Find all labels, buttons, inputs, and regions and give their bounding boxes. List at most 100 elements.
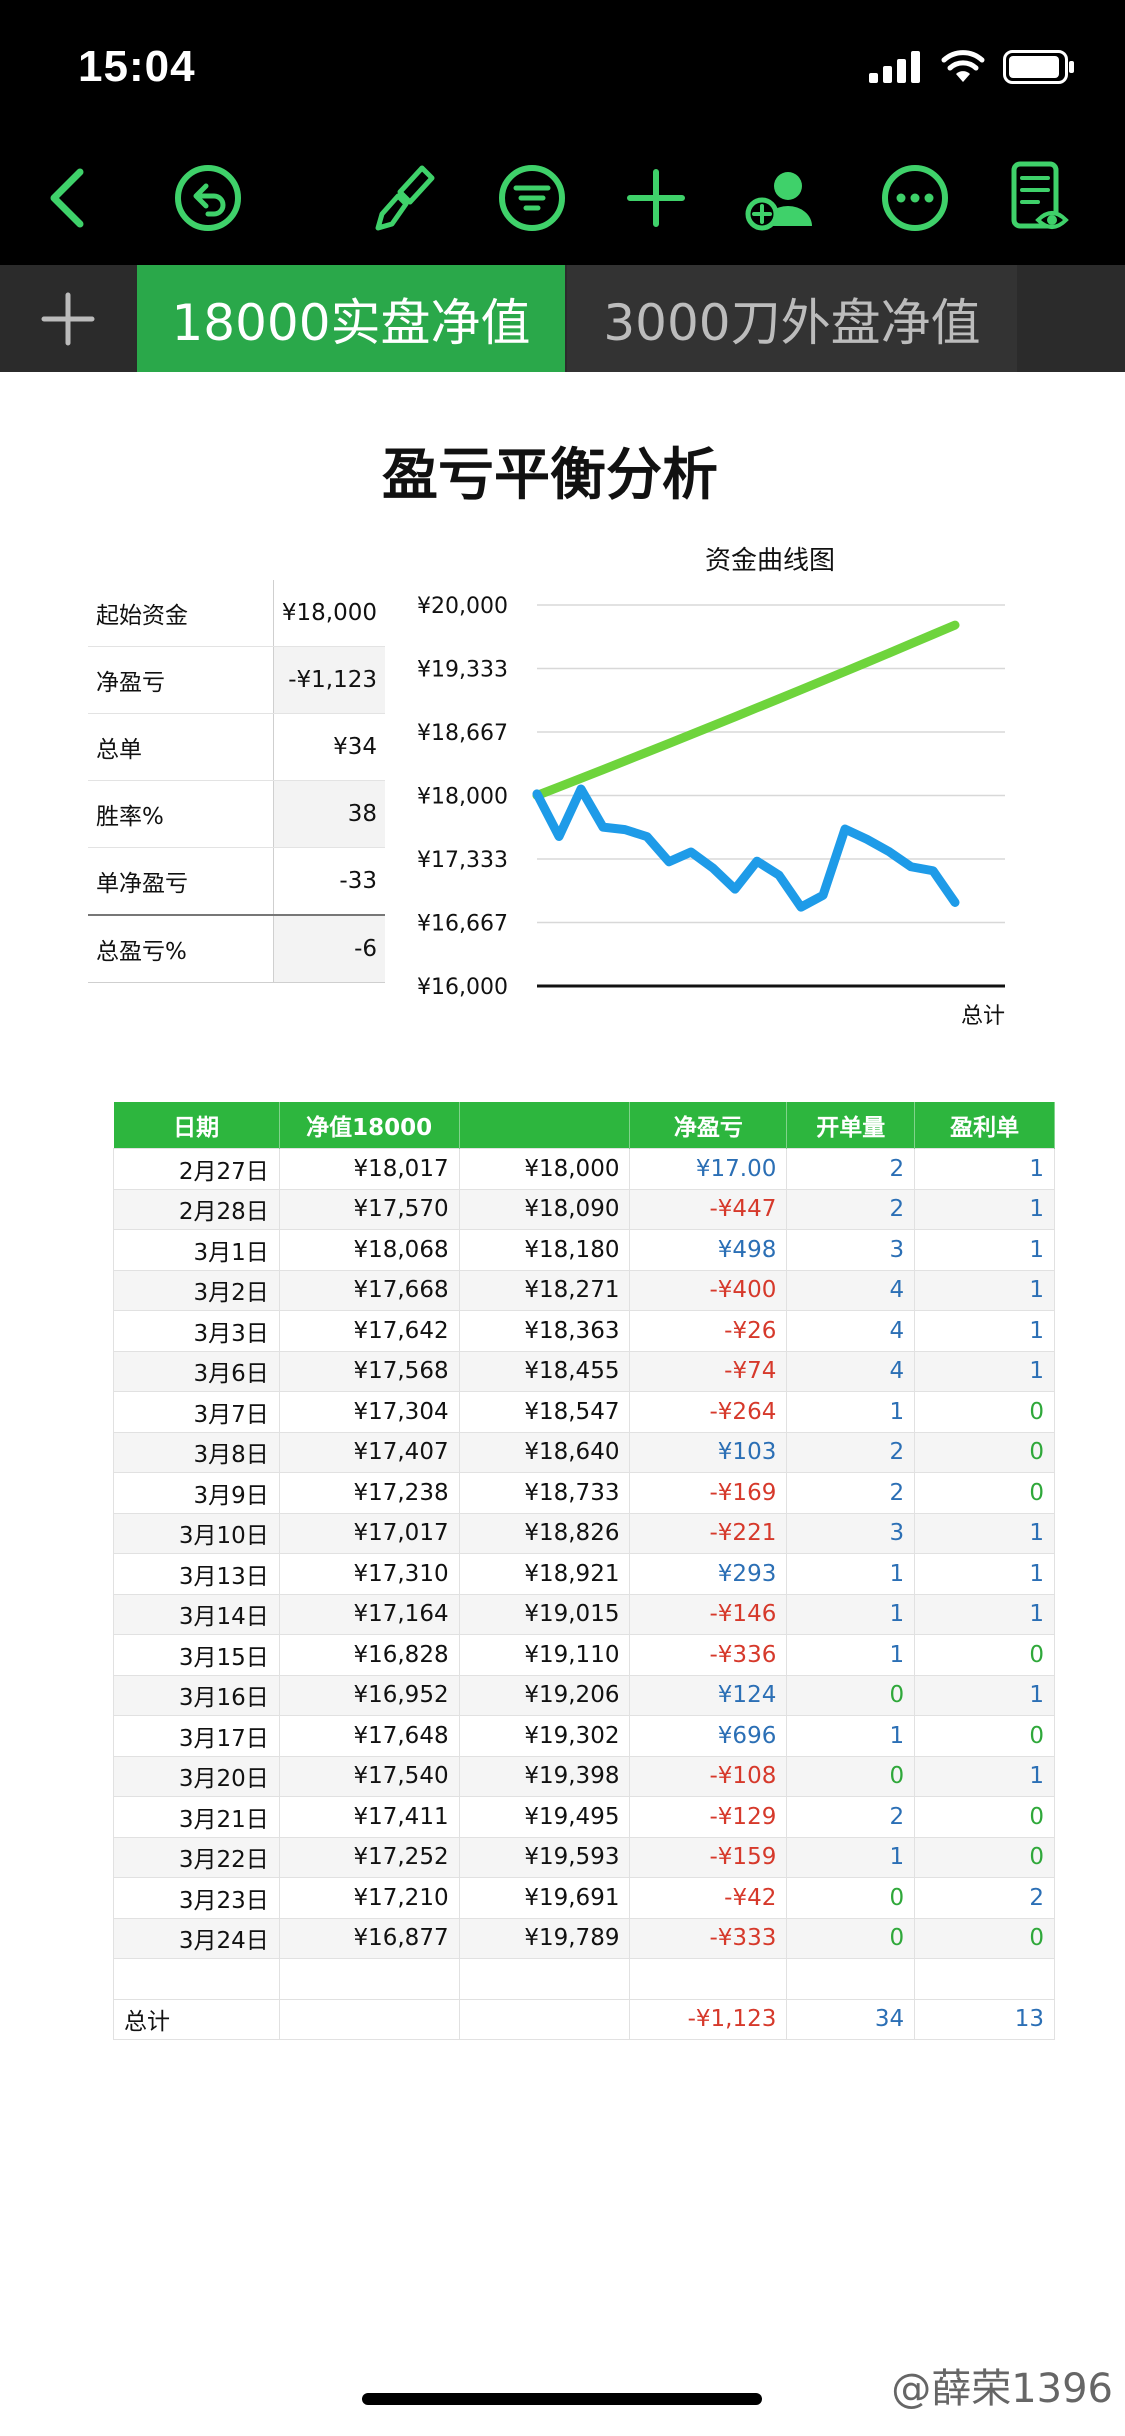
cell-order-count[interactable]: 1 <box>786 1593 916 1635</box>
cell-order-count[interactable]: 2 <box>786 1472 916 1514</box>
header-win-count[interactable]: 盈利单 <box>914 1102 1055 1149</box>
cell-net-value[interactable]: ¥18,068 <box>278 1229 460 1271</box>
cell-date[interactable]: 3月14日 <box>113 1593 280 1635</box>
cell-win-count[interactable]: 1 <box>914 1593 1055 1635</box>
summary-label[interactable]: 胜率% <box>88 780 274 848</box>
cell-net-value[interactable]: ¥17,304 <box>278 1391 460 1433</box>
cell-date[interactable]: 3月10日 <box>113 1512 280 1554</box>
summary-value[interactable]: ¥18,000 <box>272 580 385 647</box>
cell-net-pnl[interactable]: ¥17.00 <box>629 1148 788 1190</box>
cell-win-count[interactable]: 1 <box>914 1674 1055 1716</box>
equity-curve-chart[interactable]: ¥20,000 ¥19,333 ¥18,667 ¥18,000 ¥17,333 ¥16,6… <box>400 580 1020 1030</box>
cell-order-count[interactable]: 1 <box>786 1836 916 1878</box>
cell-order-count[interactable]: 2 <box>786 1188 916 1230</box>
cell-date[interactable]: 3月8日 <box>113 1431 280 1473</box>
cell-benchmark[interactable]: ¥19,302 <box>458 1715 631 1757</box>
header-blank[interactable] <box>459 1102 631 1149</box>
cell-benchmark[interactable]: ¥18,547 <box>458 1391 631 1433</box>
cell-win-count[interactable]: 0 <box>914 1796 1055 1838</box>
cell-net-pnl[interactable]: -¥221 <box>629 1512 788 1554</box>
cell-benchmark[interactable]: ¥18,090 <box>458 1188 631 1230</box>
cell-order-count[interactable]: 3 <box>786 1229 916 1271</box>
cell-win-count[interactable]: 0 <box>914 1431 1055 1473</box>
cell-date[interactable]: 3月13日 <box>113 1553 280 1595</box>
collaborate-icon[interactable] <box>742 158 822 238</box>
cell-benchmark[interactable]: ¥18,826 <box>458 1512 631 1554</box>
cell-date[interactable]: 3月23日 <box>113 1877 280 1919</box>
cell-date[interactable]: 3月24日 <box>113 1917 280 1959</box>
cell-benchmark[interactable]: ¥19,015 <box>458 1593 631 1635</box>
cell-benchmark[interactable]: ¥18,921 <box>458 1553 631 1595</box>
cell-benchmark[interactable]: ¥18,180 <box>458 1229 631 1271</box>
view-document-icon[interactable] <box>1000 158 1080 238</box>
cell-net-value[interactable]: ¥17,540 <box>278 1755 460 1797</box>
summary-value[interactable]: 38 <box>272 780 385 848</box>
cell-net-value[interactable]: ¥18,017 <box>278 1148 460 1190</box>
cell-date[interactable]: 3月3日 <box>113 1310 280 1352</box>
cell-net-pnl[interactable]: -¥333 <box>629 1917 788 1959</box>
cell-benchmark[interactable]: ¥18,363 <box>458 1310 631 1352</box>
cell-win-count[interactable]: 1 <box>914 1755 1055 1797</box>
cell-order-count[interactable]: 0 <box>786 1917 916 1959</box>
more-icon[interactable] <box>875 158 955 238</box>
cell-net-pnl[interactable]: ¥103 <box>629 1431 788 1473</box>
summary-value[interactable]: -¥1,123 <box>272 646 385 714</box>
empty-cell[interactable] <box>278 1958 460 2000</box>
cell-benchmark[interactable]: ¥18,271 <box>458 1269 631 1311</box>
cell-order-count[interactable]: 4 <box>786 1269 916 1311</box>
cell-benchmark[interactable]: ¥19,691 <box>458 1877 631 1919</box>
cell-net-value[interactable]: ¥16,877 <box>278 1917 460 1959</box>
cell-benchmark[interactable]: ¥19,110 <box>458 1634 631 1676</box>
cell-net-value[interactable]: ¥17,407 <box>278 1431 460 1473</box>
cell-net-value[interactable]: ¥17,411 <box>278 1796 460 1838</box>
cell-net-value[interactable]: ¥17,570 <box>278 1188 460 1230</box>
cell-order-count[interactable]: 1 <box>786 1634 916 1676</box>
cell-date[interactable]: 3月17日 <box>113 1715 280 1757</box>
cell-benchmark[interactable]: ¥19,593 <box>458 1836 631 1878</box>
summary-value[interactable]: -6 <box>272 914 385 983</box>
cell-win-count[interactable]: 1 <box>914 1310 1055 1352</box>
cell-date[interactable]: 3月6日 <box>113 1350 280 1392</box>
cell-date[interactable]: 2月28日 <box>113 1188 280 1230</box>
cell-order-count[interactable]: 0 <box>786 1877 916 1919</box>
cell-net-value[interactable]: ¥17,568 <box>278 1350 460 1392</box>
cell-date[interactable]: 3月7日 <box>113 1391 280 1433</box>
cell-net-pnl[interactable]: -¥74 <box>629 1350 788 1392</box>
total-net-pnl[interactable]: -¥1,123 <box>629 1998 788 2040</box>
cell-net-pnl[interactable]: ¥498 <box>629 1229 788 1271</box>
cell-net-value[interactable]: ¥17,310 <box>278 1553 460 1595</box>
cell-net-pnl[interactable]: -¥264 <box>629 1391 788 1433</box>
summary-value[interactable]: -33 <box>272 847 385 916</box>
filter-icon[interactable] <box>492 158 572 238</box>
cell-benchmark[interactable]: ¥18,733 <box>458 1472 631 1514</box>
cell-net-value[interactable]: ¥16,952 <box>278 1674 460 1716</box>
tab-3000[interactable]: 3000刀外盘净值 <box>567 265 1017 372</box>
total-win-count[interactable]: 13 <box>914 1998 1055 2040</box>
cell-benchmark[interactable]: ¥19,206 <box>458 1674 631 1716</box>
add-sheet-button[interactable] <box>0 265 135 372</box>
cell-net-value[interactable]: ¥17,642 <box>278 1310 460 1352</box>
cell-net-value[interactable]: ¥17,668 <box>278 1269 460 1311</box>
summary-label[interactable]: 总单 <box>88 713 274 781</box>
header-net-value[interactable]: 净值18000 <box>279 1102 460 1149</box>
cell-order-count[interactable]: 2 <box>786 1431 916 1473</box>
cell-net-pnl[interactable]: -¥400 <box>629 1269 788 1311</box>
tab-18000[interactable]: 18000实盘净值 <box>137 265 565 372</box>
cell-net-value[interactable]: ¥17,017 <box>278 1512 460 1554</box>
cell-win-count[interactable]: 0 <box>914 1472 1055 1514</box>
cell-net-pnl[interactable]: -¥42 <box>629 1877 788 1919</box>
cell-order-count[interactable]: 0 <box>786 1674 916 1716</box>
total-order-count[interactable]: 34 <box>786 1998 916 2040</box>
summary-label[interactable]: 净盈亏 <box>88 646 274 714</box>
cell-net-pnl[interactable]: -¥146 <box>629 1593 788 1635</box>
add-icon[interactable] <box>616 158 696 238</box>
cell-net-value[interactable]: ¥16,828 <box>278 1634 460 1676</box>
empty-cell[interactable] <box>786 1958 916 2000</box>
cell-date[interactable]: 3月21日 <box>113 1796 280 1838</box>
cell-net-pnl[interactable]: -¥447 <box>629 1188 788 1230</box>
cell-order-count[interactable]: 1 <box>786 1553 916 1595</box>
cell-net-pnl[interactable]: -¥108 <box>629 1755 788 1797</box>
cell-win-count[interactable]: 0 <box>914 1917 1055 1959</box>
cell-win-count[interactable]: 1 <box>914 1350 1055 1392</box>
cell-win-count[interactable]: 2 <box>914 1877 1055 1919</box>
